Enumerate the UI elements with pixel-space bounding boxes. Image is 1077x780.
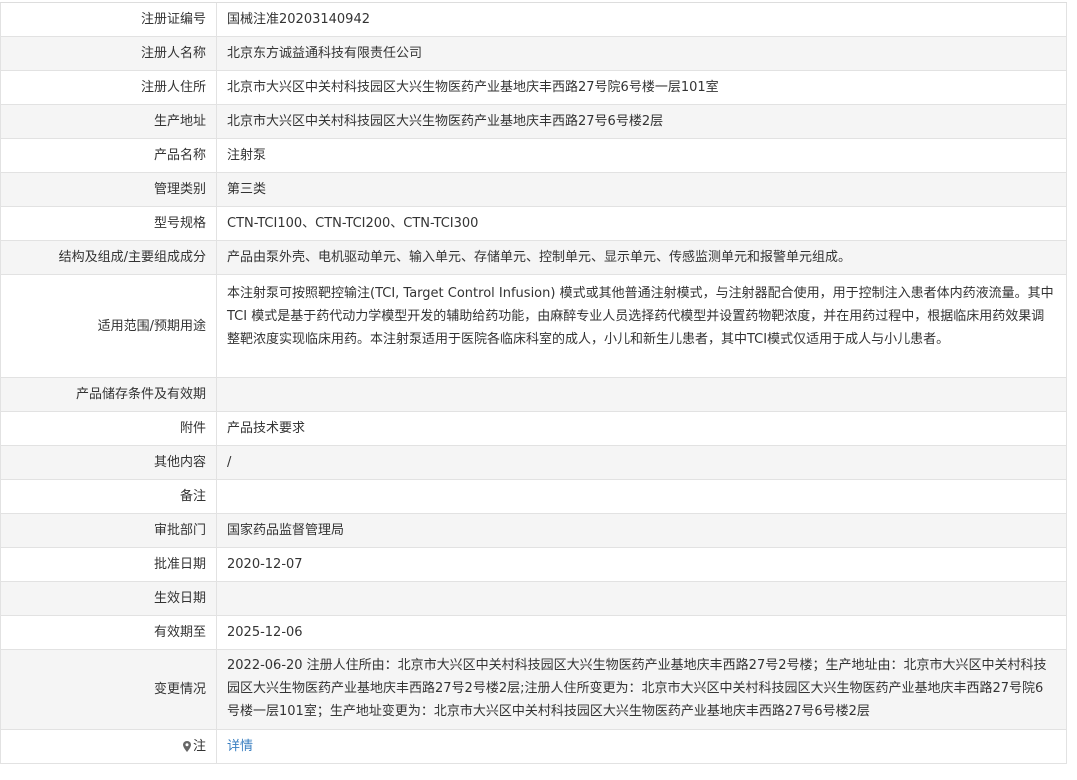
label-valid-until: 有效期至 [0, 616, 217, 649]
value-product-name: 注射泵 [217, 139, 1067, 172]
label-product-name: 产品名称 [0, 139, 217, 172]
value-model-spec: CTN-TCI100、CTN-TCI200、CTN-TCI300 [217, 207, 1067, 240]
value-registrant-address: 北京市大兴区中关村科技园区大兴生物医药产业基地庆丰西路27号院6号楼一层101室 [217, 71, 1067, 104]
row-production-address: 生产地址 北京市大兴区中关村科技园区大兴生物医药产业基地庆丰西路27号6号楼2层 [0, 105, 1067, 139]
value-effective-date [217, 582, 1067, 615]
row-model-spec: 型号规格 CTN-TCI100、CTN-TCI200、CTN-TCI300 [0, 207, 1067, 241]
row-structure-composition: 结构及组成/主要组成成分 产品由泵外壳、电机驱动单元、输入单元、存储单元、控制单… [0, 241, 1067, 275]
value-approval-department: 国家药品监督管理局 [217, 514, 1067, 547]
label-approval-department: 审批部门 [0, 514, 217, 547]
value-attachment: 产品技术要求 [217, 412, 1067, 445]
row-product-name: 产品名称 注射泵 [0, 139, 1067, 173]
label-change-history: 变更情况 [0, 650, 217, 729]
label-registration-number: 注册证编号 [0, 3, 217, 36]
label-intended-use: 适用范围/预期用途 [0, 275, 217, 377]
row-storage-validity: 产品储存条件及有效期 [0, 378, 1067, 412]
value-valid-until: 2025-12-06 [217, 616, 1067, 649]
pin-icon [182, 741, 191, 752]
row-registrant-name: 注册人名称 北京东方诚益通科技有限责任公司 [0, 37, 1067, 71]
value-storage-validity [217, 378, 1067, 411]
row-attachment: 附件 产品技术要求 [0, 412, 1067, 446]
label-other-content: 其他内容 [0, 446, 217, 479]
value-registration-number: 国械注准20203140942 [217, 3, 1067, 36]
value-intended-use: 本注射泵可按照靶控输注(TCI, Target Control Infusion… [217, 275, 1067, 377]
row-valid-until: 有效期至 2025-12-06 [0, 616, 1067, 650]
value-approval-date: 2020-12-07 [217, 548, 1067, 581]
label-note-text: 注 [192, 739, 206, 754]
label-structure-composition: 结构及组成/主要组成成分 [0, 241, 217, 274]
details-link[interactable]: 详情 [227, 735, 253, 758]
row-approval-date: 批准日期 2020-12-07 [0, 548, 1067, 582]
row-remarks: 备注 [0, 480, 1067, 514]
registration-detail-table: 注册证编号 国械注准20203140942 注册人名称 北京东方诚益通科技有限责… [0, 2, 1067, 764]
label-attachment: 附件 [0, 412, 217, 445]
label-storage-validity: 产品储存条件及有效期 [0, 378, 217, 411]
value-registrant-name: 北京东方诚益通科技有限责任公司 [217, 37, 1067, 70]
value-remarks [217, 480, 1067, 513]
value-change-history: 2022-06-20 注册人住所由：北京市大兴区中关村科技园区大兴生物医药产业基… [217, 650, 1067, 729]
label-model-spec: 型号规格 [0, 207, 217, 240]
row-approval-department: 审批部门 国家药品监督管理局 [0, 514, 1067, 548]
label-registrant-address: 注册人住所 [0, 71, 217, 104]
label-effective-date: 生效日期 [0, 582, 217, 615]
row-note: 注 详情 [0, 730, 1067, 764]
label-management-class: 管理类别 [0, 173, 217, 206]
row-intended-use: 适用范围/预期用途 本注射泵可按照靶控输注(TCI, Target Contro… [0, 275, 1067, 378]
row-registrant-address: 注册人住所 北京市大兴区中关村科技园区大兴生物医药产业基地庆丰西路27号院6号楼… [0, 71, 1067, 105]
row-change-history: 变更情况 2022-06-20 注册人住所由：北京市大兴区中关村科技园区大兴生物… [0, 650, 1067, 730]
row-effective-date: 生效日期 [0, 582, 1067, 616]
row-registration-number: 注册证编号 国械注准20203140942 [0, 3, 1067, 37]
value-structure-composition: 产品由泵外壳、电机驱动单元、输入单元、存储单元、控制单元、显示单元、传感监测单元… [217, 241, 1067, 274]
row-other-content: 其他内容 / [0, 446, 1067, 480]
value-other-content: / [217, 446, 1067, 479]
label-note: 注 [0, 730, 217, 763]
row-management-class: 管理类别 第三类 [0, 173, 1067, 207]
label-remarks: 备注 [0, 480, 217, 513]
value-production-address: 北京市大兴区中关村科技园区大兴生物医药产业基地庆丰西路27号6号楼2层 [217, 105, 1067, 138]
label-approval-date: 批准日期 [0, 548, 217, 581]
label-registrant-name: 注册人名称 [0, 37, 217, 70]
label-production-address: 生产地址 [0, 105, 217, 138]
value-management-class: 第三类 [217, 173, 1067, 206]
value-note: 详情 [217, 730, 1067, 763]
